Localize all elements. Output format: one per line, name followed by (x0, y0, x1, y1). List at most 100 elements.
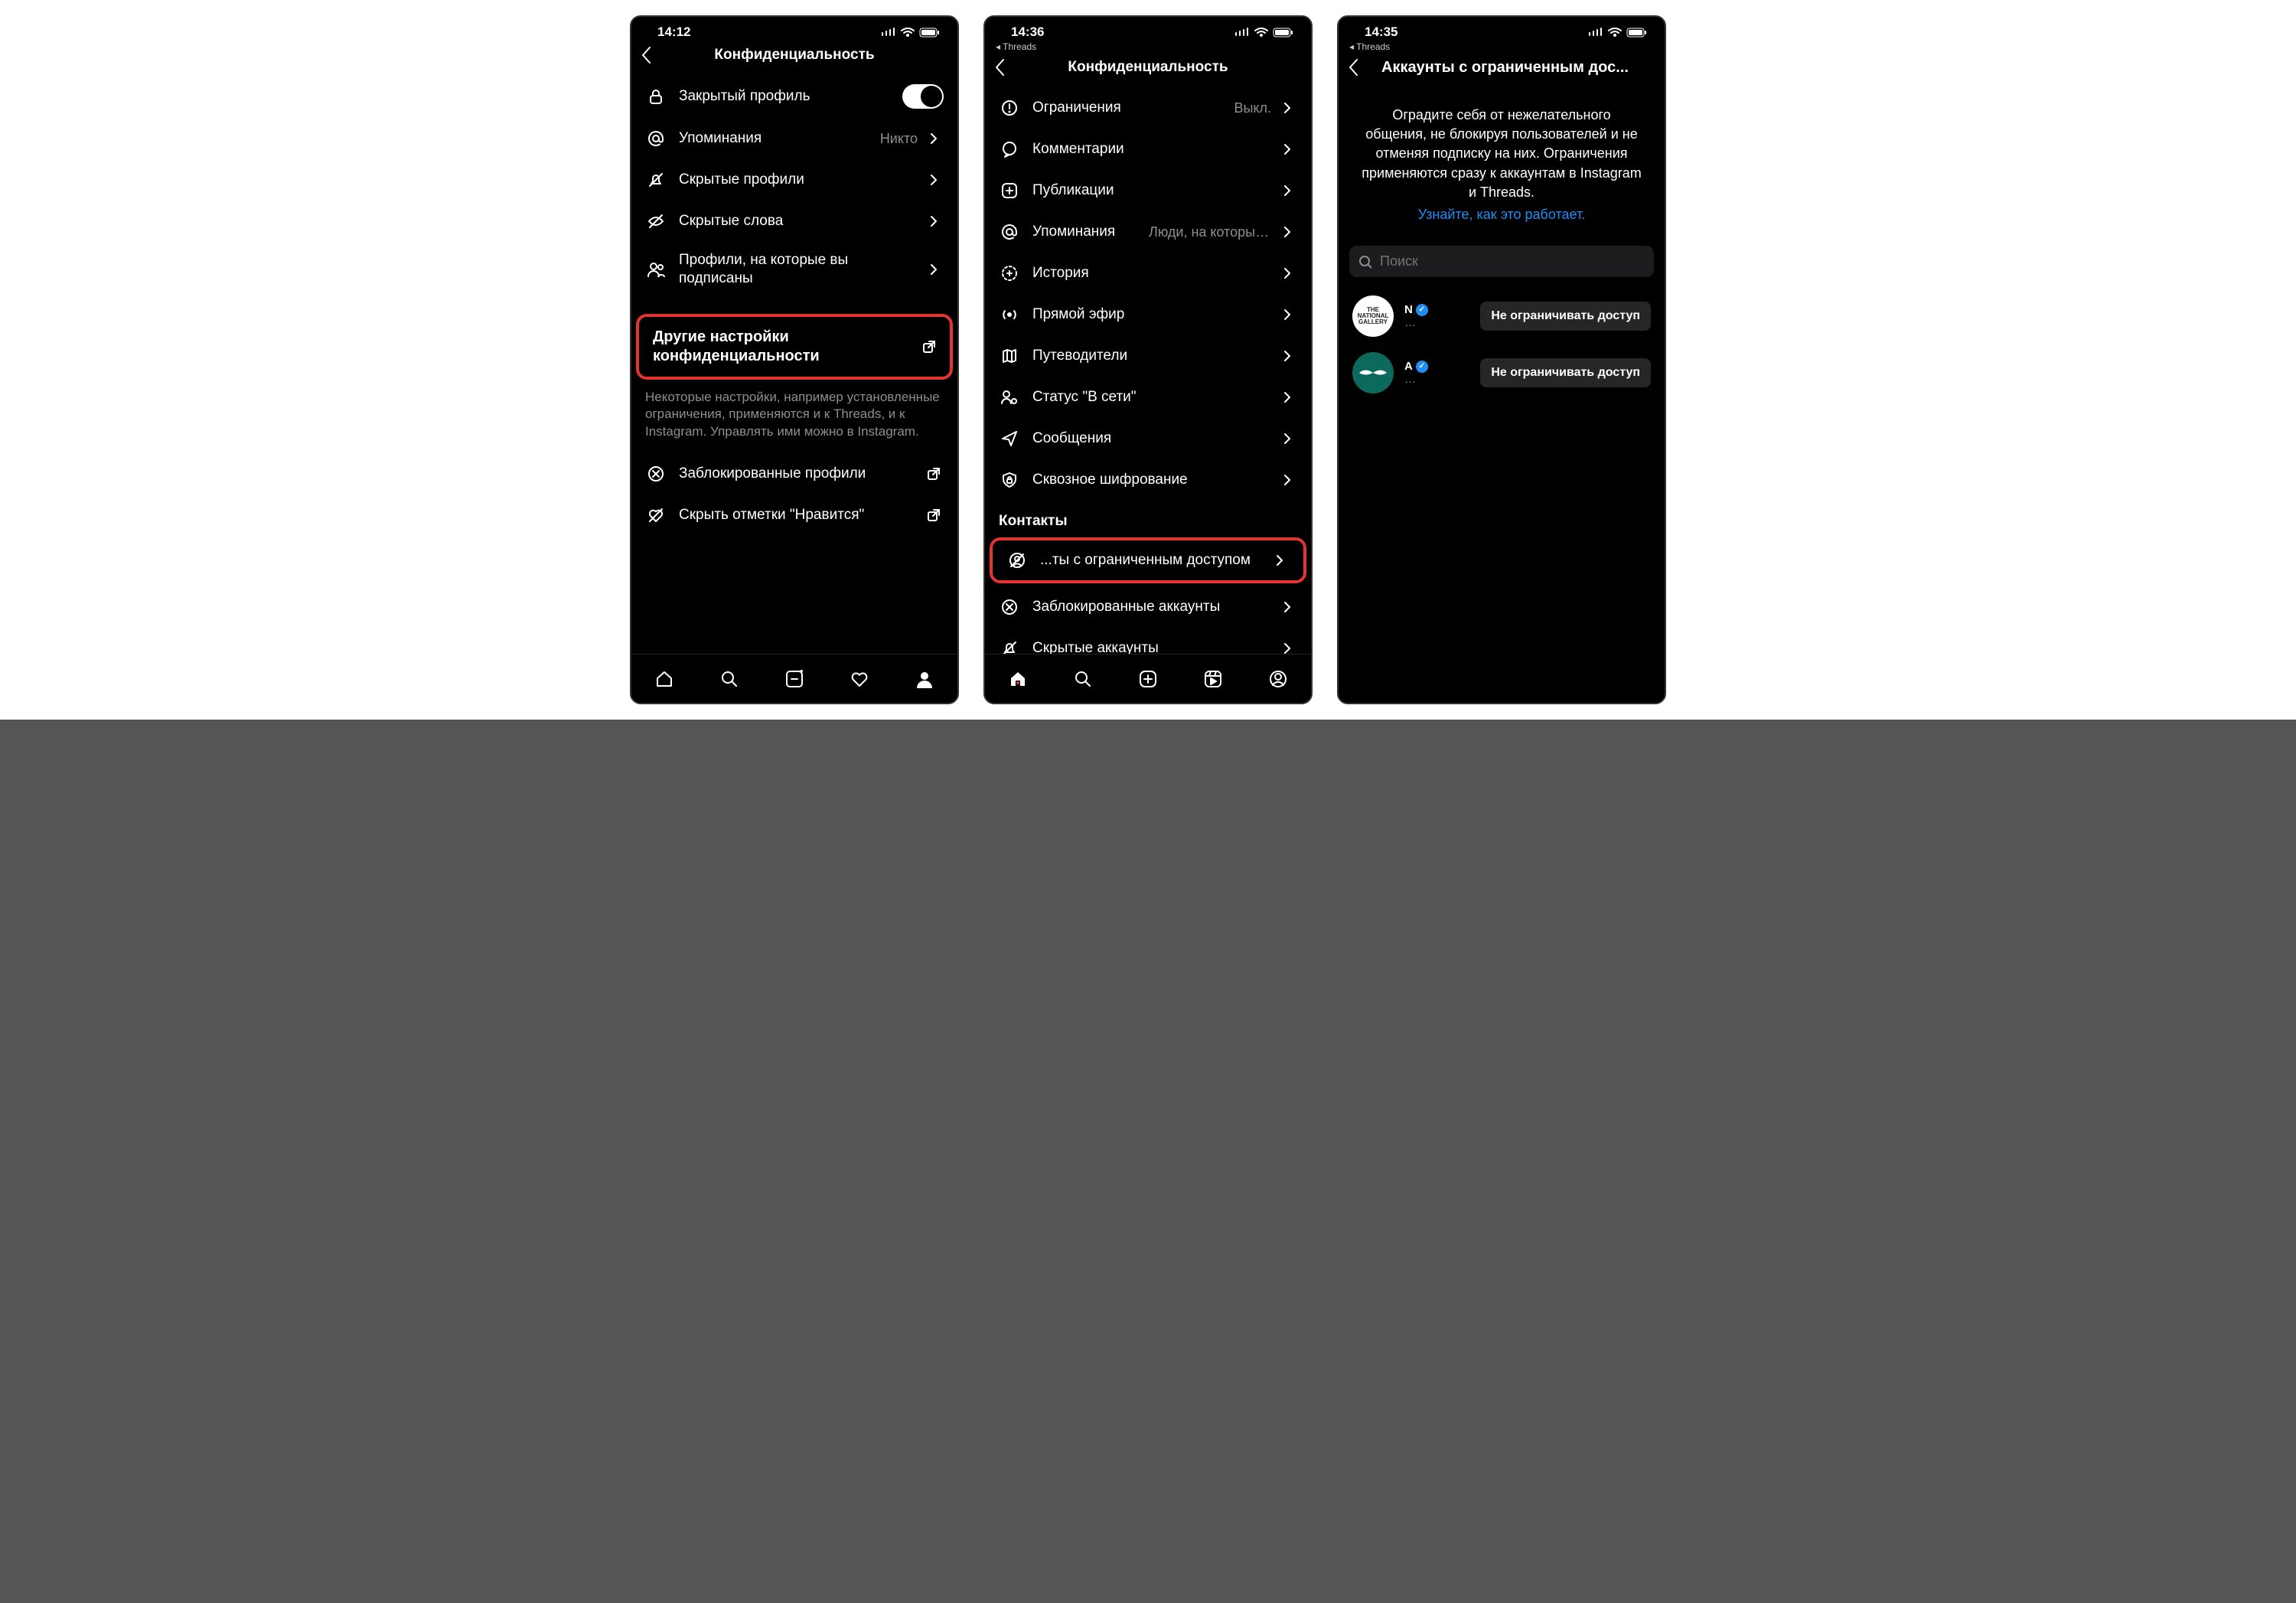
row-label: Профили, на которые вы подписаны (679, 251, 918, 288)
screen-threads-privacy: 14:12 Конфиденциальность Закрытый профил… (630, 15, 959, 704)
at-icon (999, 221, 1020, 243)
back-button[interactable] (994, 58, 1022, 77)
row-hidden-words[interactable]: Скрытые слова (631, 201, 957, 242)
status-icons (881, 28, 941, 38)
tab-activity[interactable] (848, 668, 871, 690)
account-meta: A ✓ … (1404, 360, 1469, 386)
row-label: Прямой эфир (1032, 305, 1271, 324)
row-limits[interactable]: Ограничения Выкл. (985, 87, 1311, 129)
users-icon (645, 259, 667, 280)
title-bar: Конфиденциальность (985, 54, 1311, 87)
tab-profile[interactable] (913, 668, 936, 690)
row-label: Скрытые аккаунты (1032, 639, 1271, 654)
avatar[interactable]: THE NATIONAL GALLERY (1352, 295, 1394, 337)
search-input[interactable] (1380, 253, 1645, 269)
page-title: Конфиденциальность (1022, 59, 1302, 76)
row-label: Статус "В сети" (1032, 388, 1271, 406)
row-label: Заблокированные профили (679, 465, 915, 483)
row-mentions[interactable]: Упоминания Никто (631, 118, 957, 159)
chevron-right-icon (1283, 391, 1297, 403)
x-circle-icon (645, 463, 667, 485)
chevron-right-icon (1283, 309, 1297, 321)
row-label: Заблокированные аккаунты (1032, 598, 1271, 616)
signal-icon (1588, 28, 1603, 37)
account-more: … (1404, 373, 1469, 386)
avatar[interactable] (1352, 352, 1394, 393)
status-time: 14:12 (657, 24, 690, 40)
tab-create[interactable] (1137, 668, 1159, 690)
unrestrict-button[interactable]: Не ограничивать доступ (1480, 302, 1651, 331)
chevron-right-icon (1283, 184, 1297, 197)
row-blocked-accounts[interactable]: Заблокированные аккаунты (985, 586, 1311, 628)
back-to-app[interactable]: ◂ Threads (985, 41, 1311, 54)
row-e2e[interactable]: Сквозное шифрование (985, 459, 1311, 501)
bell-off-icon (645, 169, 667, 191)
row-hidden-accounts[interactable]: Скрытые аккаунты (985, 628, 1311, 654)
row-label: Скрыть отметки "Нравится" (679, 506, 915, 524)
x-circle-icon (999, 596, 1020, 618)
row-hidden-profiles[interactable]: Скрытые профили (631, 159, 957, 201)
row-hide-likes[interactable]: Скрыть отметки "Нравится" (631, 495, 957, 536)
row-comments[interactable]: Комментарии (985, 129, 1311, 170)
back-button[interactable] (641, 46, 668, 64)
row-posts[interactable]: Публикации (985, 170, 1311, 211)
content: Оградите себя от нежелательного общения,… (1339, 87, 1665, 703)
section-header-contacts: Контакты (985, 501, 1311, 534)
external-link-icon (927, 508, 944, 522)
send-icon (999, 428, 1020, 449)
chevron-right-icon (1283, 642, 1297, 654)
tab-search[interactable] (718, 668, 741, 690)
search-box[interactable] (1349, 246, 1654, 277)
plus-square-icon (999, 180, 1020, 201)
tab-home[interactable] (1006, 668, 1029, 690)
chevron-right-icon (930, 132, 944, 145)
wifi-icon (901, 28, 915, 38)
tab-home[interactable] (653, 668, 676, 690)
row-blocked-profiles[interactable]: Заблокированные профили (631, 453, 957, 495)
account-meta: N ✓ … (1404, 303, 1469, 329)
chat-icon (999, 139, 1020, 160)
row-live[interactable]: Прямой эфир (985, 294, 1311, 335)
verified-badge-icon: ✓ (1416, 361, 1428, 373)
row-story[interactable]: История (985, 253, 1311, 294)
toggle-private[interactable] (902, 84, 944, 109)
eye-off-icon (645, 211, 667, 232)
chevron-left-icon (994, 58, 1005, 77)
tab-reels[interactable] (1202, 668, 1225, 690)
privacy-note: Некоторые настройки, например установлен… (631, 383, 957, 454)
chevron-right-icon (1283, 350, 1297, 362)
row-activity-status[interactable]: Статус "В сети" (985, 377, 1311, 418)
external-link-icon (927, 467, 944, 481)
row-restricted-accounts[interactable]: ...ты с ограниченным доступом (990, 537, 1306, 583)
broadcast-icon (999, 304, 1020, 325)
status-bar: 14:35 (1339, 17, 1665, 41)
row-private-profile[interactable]: Закрытый профиль (631, 75, 957, 118)
wings-icon (1358, 367, 1388, 378)
row-messages[interactable]: Сообщения (985, 418, 1311, 459)
row-other-privacy-settings[interactable]: Другие настройки конфиденциальности (636, 314, 953, 380)
unrestrict-button[interactable]: Не ограничивать доступ (1480, 358, 1651, 387)
row-guides[interactable]: Путеводители (985, 335, 1311, 377)
back-to-app[interactable]: ◂ Threads (1339, 41, 1665, 54)
row-mentions[interactable]: Упоминания Люди, на которых... (985, 211, 1311, 253)
tab-profile[interactable] (1267, 668, 1290, 690)
battery-icon (919, 28, 941, 38)
row-value: Выкл. (1234, 100, 1271, 116)
back-button[interactable] (1348, 58, 1375, 77)
row-followed-profiles[interactable]: Профили, на которые вы подписаны (631, 242, 957, 297)
tab-bar (985, 654, 1311, 703)
row-label: Упоминания (1032, 223, 1137, 241)
row-label: Путеводители (1032, 347, 1271, 365)
row-label: Упоминания (679, 129, 868, 148)
tab-search[interactable] (1071, 668, 1094, 690)
description: Оградите себя от нежелательного общения,… (1339, 87, 1665, 235)
page-title: Аккаунты с ограниченным дос... (1375, 59, 1655, 77)
wifi-icon (1254, 28, 1268, 38)
learn-more-link[interactable]: Узнайте, как это работает. (1362, 205, 1642, 224)
battery-icon (1626, 28, 1648, 38)
chevron-right-icon (1283, 102, 1297, 114)
row-label: Публикации (1032, 181, 1271, 200)
row-value: Люди, на которых... (1149, 224, 1271, 240)
tab-create[interactable] (783, 668, 806, 690)
heart-off-icon (645, 504, 667, 526)
